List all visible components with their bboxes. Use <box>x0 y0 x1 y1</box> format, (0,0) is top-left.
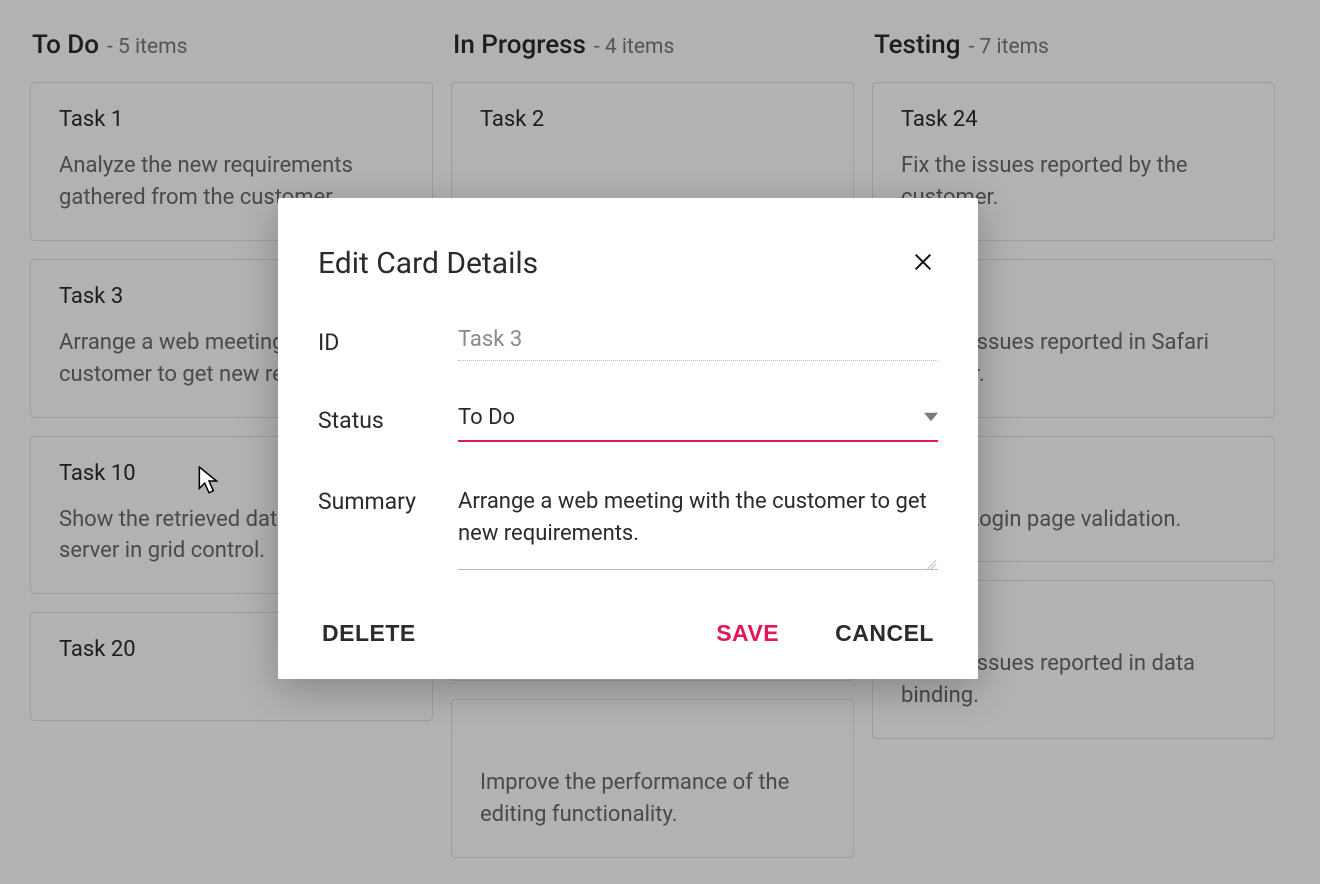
chevron-down-icon <box>924 405 938 430</box>
status-dropdown[interactable]: To Do <box>458 405 938 442</box>
dialog-title: Edit Card Details <box>318 246 538 281</box>
close-button[interactable] <box>908 247 938 280</box>
id-label: ID <box>318 327 458 356</box>
edit-card-dialog: Edit Card Details ID Task 3 Status To Do <box>278 198 978 679</box>
delete-button[interactable]: DELETE <box>318 614 420 653</box>
save-button[interactable]: SAVE <box>712 614 783 653</box>
close-icon <box>912 261 934 276</box>
summary-label: Summary <box>318 486 458 515</box>
cancel-button[interactable]: CANCEL <box>831 614 938 653</box>
summary-textarea[interactable] <box>458 486 938 570</box>
modal-overlay[interactable]: Edit Card Details ID Task 3 Status To Do <box>0 0 1320 884</box>
status-value: To Do <box>458 405 515 430</box>
id-field: Task 3 <box>458 327 938 361</box>
status-label: Status <box>318 405 458 434</box>
